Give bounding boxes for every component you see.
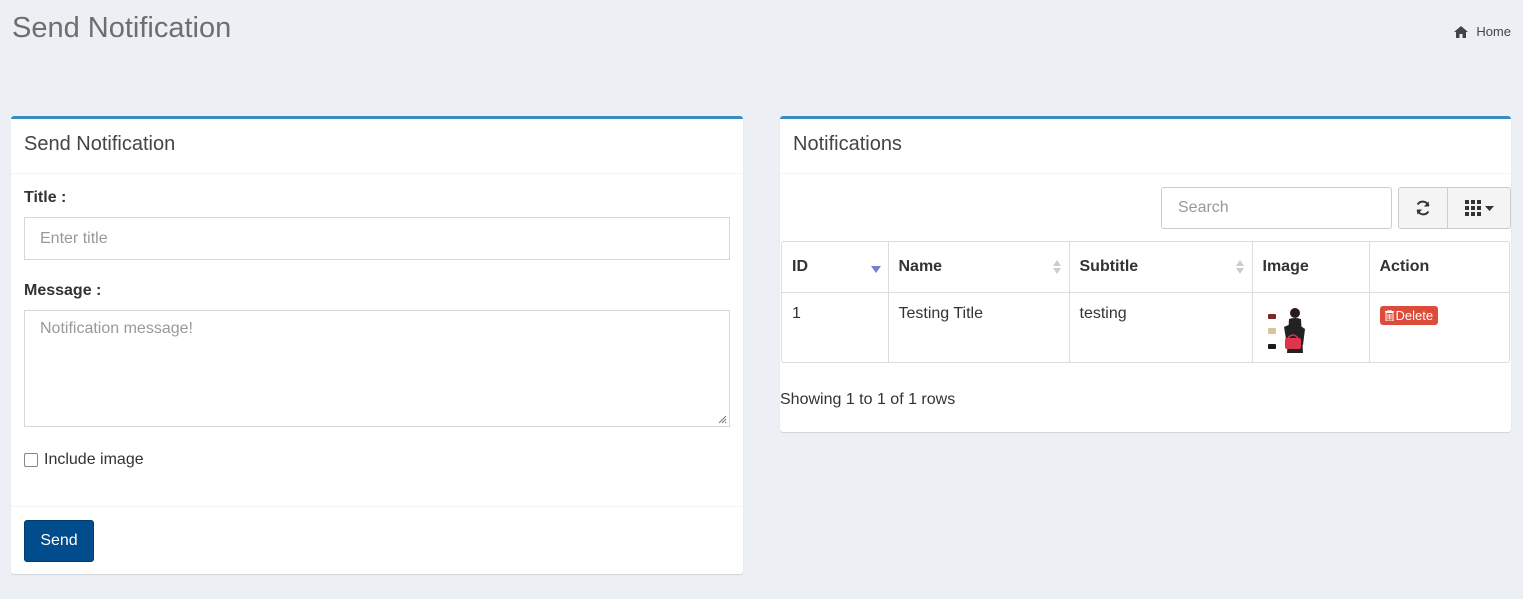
cell-image (1252, 292, 1370, 362)
message-label: Message : (24, 282, 102, 299)
caret-down-icon (1484, 205, 1494, 211)
delete-button[interactable]: Delete (1379, 305, 1439, 325)
send-notification-footer: Send (11, 506, 743, 575)
grid-columns-icon (1464, 200, 1481, 216)
refresh-icon (1416, 200, 1430, 216)
search-input[interactable]: Search (1161, 187, 1392, 229)
sort-both-icon (1235, 260, 1244, 274)
title-placeholder: Enter title (40, 229, 108, 247)
cell-id: 1 (782, 292, 889, 362)
include-image-row[interactable]: Include image (24, 451, 730, 469)
notifications-box-title: Notifications (780, 119, 1511, 174)
column-header-name[interactable]: Name (888, 242, 1070, 293)
refresh-button[interactable] (1398, 187, 1448, 229)
delete-label: Delete (1395, 307, 1434, 323)
trash-icon (1384, 309, 1394, 321)
sort-both-icon (1052, 260, 1061, 274)
column-header-label: ID (792, 257, 808, 275)
send-notification-box-title: Send Notification (11, 119, 743, 174)
cell-name: Testing Title (888, 292, 1070, 362)
message-placeholder: Notification message! (40, 320, 193, 337)
title-input[interactable]: Enter title (24, 217, 730, 260)
breadcrumb[interactable]: Home (1454, 24, 1511, 39)
page-title: Send Notification (12, 12, 232, 44)
column-header-label: Name (898, 257, 943, 275)
toolbar-button-group (1398, 187, 1511, 229)
table-toolbar: Search (1161, 187, 1511, 229)
resize-grip-icon[interactable] (718, 415, 727, 424)
include-image-checkbox[interactable] (24, 453, 38, 467)
notifications-table: ID Name Subtitle Image Action 1 Testing … (781, 241, 1510, 363)
home-icon (1454, 25, 1469, 38)
column-header-label: Image (1262, 257, 1309, 275)
send-notification-box: Send Notification Title : Enter title Me… (11, 116, 743, 574)
message-textarea[interactable]: Notification message! (24, 310, 730, 427)
table-header-row: ID Name Subtitle Image Action (782, 242, 1509, 293)
column-header-label: Action (1379, 257, 1430, 275)
column-header-action: Action (1369, 242, 1509, 293)
title-label: Title : (24, 189, 67, 206)
include-image-label[interactable]: Include image (44, 451, 144, 469)
column-header-id[interactable]: ID (782, 242, 889, 293)
cell-action: Delete (1369, 292, 1509, 362)
column-header-label: Subtitle (1079, 257, 1139, 275)
notification-image-thumbnail (1264, 304, 1313, 355)
breadcrumb-home-link[interactable]: Home (1476, 24, 1511, 39)
table-row: 1 Testing Title testing Delete (782, 292, 1509, 362)
cell-subtitle: testing (1069, 292, 1253, 362)
column-header-subtitle[interactable]: Subtitle (1069, 242, 1253, 293)
send-button[interactable]: Send (24, 520, 94, 562)
send-notification-form: Title : Enter title Message : Notificati… (11, 174, 743, 469)
pagination-info: Showing 1 to 1 of 1 rows (780, 391, 956, 408)
column-header-image: Image (1252, 242, 1370, 293)
notifications-box: Notifications Search ID Name Subtitle Im… (780, 116, 1511, 432)
columns-toggle-button[interactable] (1448, 187, 1511, 229)
search-placeholder: Search (1178, 199, 1229, 216)
sort-desc-icon (870, 266, 881, 273)
